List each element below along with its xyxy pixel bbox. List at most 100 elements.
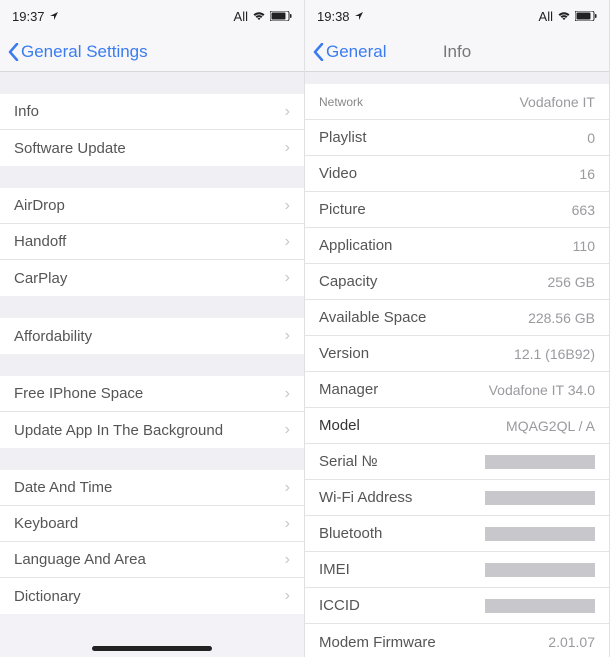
- row-label: Update App In The Background: [14, 422, 223, 439]
- wifi-icon: [557, 11, 571, 21]
- row-label: Video: [319, 165, 357, 182]
- status-bar: 19:37 All: [0, 0, 304, 32]
- row-label: Manager: [319, 381, 378, 398]
- location-icon: [354, 11, 364, 21]
- row-label: ICCID: [319, 597, 360, 614]
- row-value: 2.01.07: [548, 634, 595, 650]
- row-label: CarPlay: [14, 270, 67, 287]
- settings-row[interactable]: Keyboard ›: [0, 506, 304, 542]
- row-label: Modem Firmware: [319, 634, 436, 651]
- nav-bar: General Info: [305, 32, 609, 72]
- status-time: 19:38: [317, 9, 350, 24]
- row-label: Version: [319, 345, 369, 362]
- info-row: Serial №: [305, 444, 609, 480]
- row-value: 256 GB: [548, 274, 595, 290]
- row-label: Network: [319, 95, 363, 109]
- info-row: Video 16: [305, 156, 609, 192]
- row-value: MQAG2QL / A: [506, 418, 595, 434]
- row-label: Date And Time: [14, 479, 112, 496]
- wifi-icon: [252, 11, 266, 21]
- info-row: Manager Vodafone IT 34.0: [305, 372, 609, 408]
- info-row: Model MQAG2QL / A: [305, 408, 609, 444]
- settings-row[interactable]: CarPlay ›: [0, 260, 304, 296]
- row-label: Model: [319, 417, 360, 434]
- battery-icon: [575, 11, 597, 21]
- row-label: Handoff: [14, 233, 66, 250]
- row-label: Free IPhone Space: [14, 385, 143, 402]
- row-value: Vodafone IT 34.0: [489, 382, 595, 398]
- phone-right: 19:38 All General Info Network Vodafone I…: [305, 0, 610, 657]
- row-label: Playlist: [319, 129, 367, 146]
- row-label: Application: [319, 237, 392, 254]
- row-label: Keyboard: [14, 515, 78, 532]
- row-label: Affordability: [14, 328, 92, 345]
- row-label: Language And Area: [14, 551, 146, 568]
- settings-row[interactable]: Update App In The Background ›: [0, 412, 304, 448]
- chevron-right-icon: ›: [285, 479, 290, 497]
- info-row: ICCID: [305, 588, 609, 624]
- info-row: Picture663: [305, 192, 609, 228]
- nav-title: Info: [443, 42, 471, 62]
- chevron-left-icon: [8, 43, 19, 61]
- redacted-value: [485, 491, 595, 505]
- row-value: 110: [573, 238, 595, 254]
- redacted-value: [485, 527, 595, 541]
- back-button[interactable]: General: [313, 42, 386, 62]
- info-row: Available Space 228.56 GB: [305, 300, 609, 336]
- info-row: IMEI: [305, 552, 609, 588]
- status-carrier: All: [234, 9, 248, 24]
- row-value: 16: [579, 166, 595, 182]
- chevron-right-icon: ›: [285, 551, 290, 569]
- row-label: IMEI: [319, 561, 350, 578]
- status-bar: 19:38 All: [305, 0, 609, 32]
- row-label: Picture: [319, 201, 366, 218]
- battery-icon: [270, 11, 292, 21]
- row-label: Available Space: [319, 309, 426, 326]
- row-label: Software Update: [14, 140, 126, 157]
- info-list: NetworkVodafone ITPlaylist0Video16Pictur…: [305, 72, 609, 657]
- chevron-right-icon: ›: [285, 385, 290, 403]
- chevron-right-icon: ›: [285, 515, 290, 533]
- back-label: General: [326, 42, 386, 62]
- row-label: Capacity: [319, 273, 377, 290]
- redacted-value: [485, 455, 595, 469]
- home-indicator[interactable]: [92, 646, 212, 651]
- chevron-right-icon: ›: [285, 197, 290, 215]
- settings-row[interactable]: Free IPhone Space ›: [0, 376, 304, 412]
- settings-row[interactable]: Dictionary ›: [0, 578, 304, 614]
- row-value: 228.56 GB: [528, 310, 595, 326]
- info-row: Bluetooth: [305, 516, 609, 552]
- row-value: Vodafone IT: [519, 94, 595, 110]
- row-label: Wi-Fi Address: [319, 489, 412, 506]
- settings-row[interactable]: Language And Area ›: [0, 542, 304, 578]
- settings-row[interactable]: Software Update ›: [0, 130, 304, 166]
- info-row: Capacity 256 GB: [305, 264, 609, 300]
- row-label: Dictionary: [14, 588, 81, 605]
- back-label: General Settings: [21, 42, 148, 62]
- row-value: 12.1 (16B92): [514, 346, 595, 362]
- status-carrier: All: [539, 9, 553, 24]
- info-row: Network Vodafone IT: [305, 84, 609, 120]
- redacted-value: [485, 599, 595, 613]
- row-label: Bluetooth: [319, 525, 382, 542]
- chevron-right-icon: ›: [285, 327, 290, 345]
- redacted-value: [485, 563, 595, 577]
- settings-row[interactable]: Handoff›: [0, 224, 304, 260]
- settings-row[interactable]: Affordability ›: [0, 318, 304, 354]
- chevron-right-icon: ›: [285, 139, 290, 157]
- settings-list: Info›Software Update›AirDrop›Handoff›Car…: [0, 72, 304, 614]
- info-row: Modem Firmware 2.01.07: [305, 624, 609, 657]
- info-row: Version 12.1 (16B92): [305, 336, 609, 372]
- chevron-right-icon: ›: [285, 421, 290, 439]
- chevron-left-icon: [313, 43, 324, 61]
- chevron-right-icon: ›: [285, 103, 290, 121]
- info-row: Application 110: [305, 228, 609, 264]
- chevron-right-icon: ›: [285, 587, 290, 605]
- location-icon: [49, 11, 59, 21]
- back-button[interactable]: General Settings: [8, 42, 148, 62]
- settings-row[interactable]: Info›: [0, 94, 304, 130]
- status-time: 19:37: [12, 9, 45, 24]
- settings-row[interactable]: AirDrop›: [0, 188, 304, 224]
- settings-row[interactable]: Date And Time ›: [0, 470, 304, 506]
- chevron-right-icon: ›: [285, 269, 290, 287]
